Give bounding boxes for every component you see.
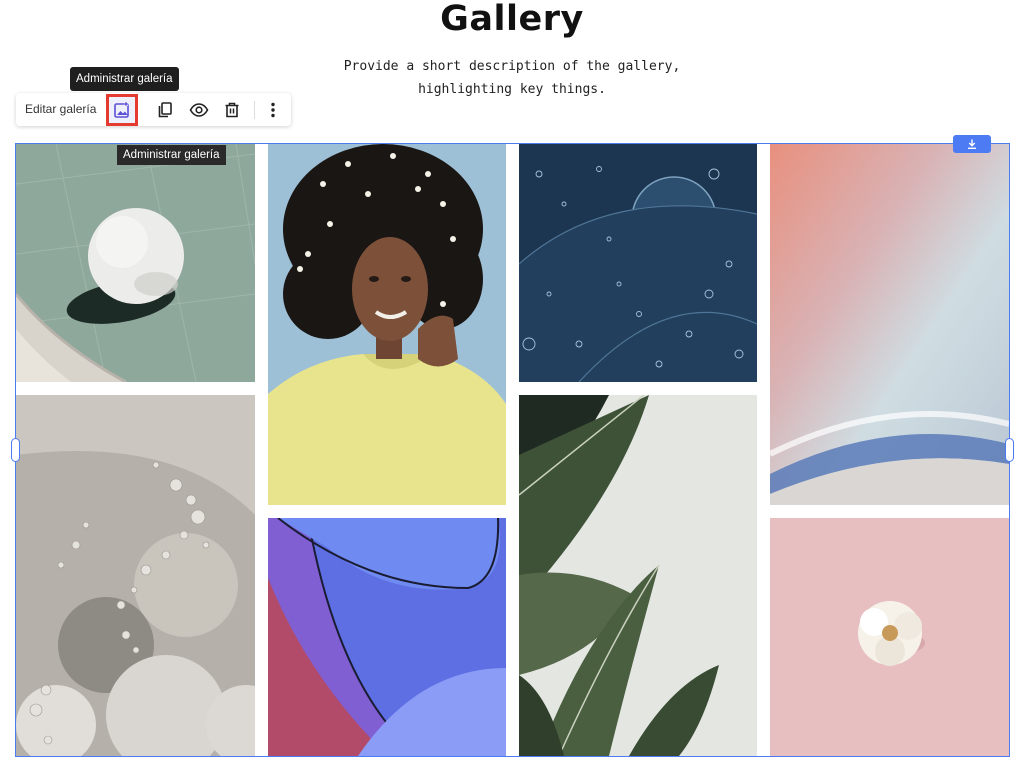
gallery-toolbar: Editar galería: [16, 93, 291, 126]
gallery-image-grey-circles[interactable]: [16, 395, 255, 756]
download-icon: [968, 139, 976, 149]
image-plus-icon: [114, 102, 129, 118]
gallery-image-blue-curves[interactable]: [268, 518, 506, 756]
woman-portrait-image: [268, 144, 506, 505]
gradient-abstract-image: [770, 144, 1009, 505]
resize-handle-left[interactable]: [11, 438, 20, 462]
subtitle-line-1: Provide a short description of the galle…: [343, 59, 681, 74]
blue-curves-image: [268, 518, 506, 756]
grey-circles-image: [16, 395, 255, 756]
copy-icon: [158, 102, 172, 118]
eye-icon: [189, 103, 209, 117]
page-subtitle: Provide a short description of the galle…: [312, 55, 712, 101]
delete-button[interactable]: [219, 97, 245, 123]
gallery-image-banana-leaf[interactable]: [519, 395, 757, 756]
preview-button[interactable]: [186, 97, 212, 123]
duplicate-button[interactable]: [152, 97, 178, 123]
toolbar-divider: [254, 101, 255, 119]
manage-gallery-button[interactable]: [106, 94, 138, 126]
more-options-button[interactable]: [260, 97, 286, 123]
page-title: Gallery: [440, 0, 584, 39]
manage-gallery-tooltip: Administrar galería: [70, 67, 179, 91]
white-flower-image: [770, 518, 1009, 756]
gallery-image-white-flower[interactable]: [770, 518, 1009, 756]
water-bubbles-image: [519, 144, 757, 382]
banana-leaf-image: [519, 395, 757, 756]
edit-gallery-button[interactable]: Editar galería: [25, 93, 96, 126]
subtitle-line-2: highlighting key things.: [418, 82, 606, 97]
gallery-image-white-sphere[interactable]: [16, 144, 255, 382]
gallery-tooltip: Administrar galería: [117, 145, 226, 165]
gallery-image-woman-portrait[interactable]: [268, 144, 506, 505]
white-sphere-image: [16, 144, 255, 382]
resize-handle-right[interactable]: [1005, 438, 1014, 462]
more-vertical-icon: [271, 102, 275, 118]
download-button[interactable]: [953, 135, 991, 153]
trash-icon: [225, 102, 239, 118]
gallery-image-gradient-abstract[interactable]: [770, 144, 1009, 505]
gallery-image-water-bubbles[interactable]: [519, 144, 757, 382]
